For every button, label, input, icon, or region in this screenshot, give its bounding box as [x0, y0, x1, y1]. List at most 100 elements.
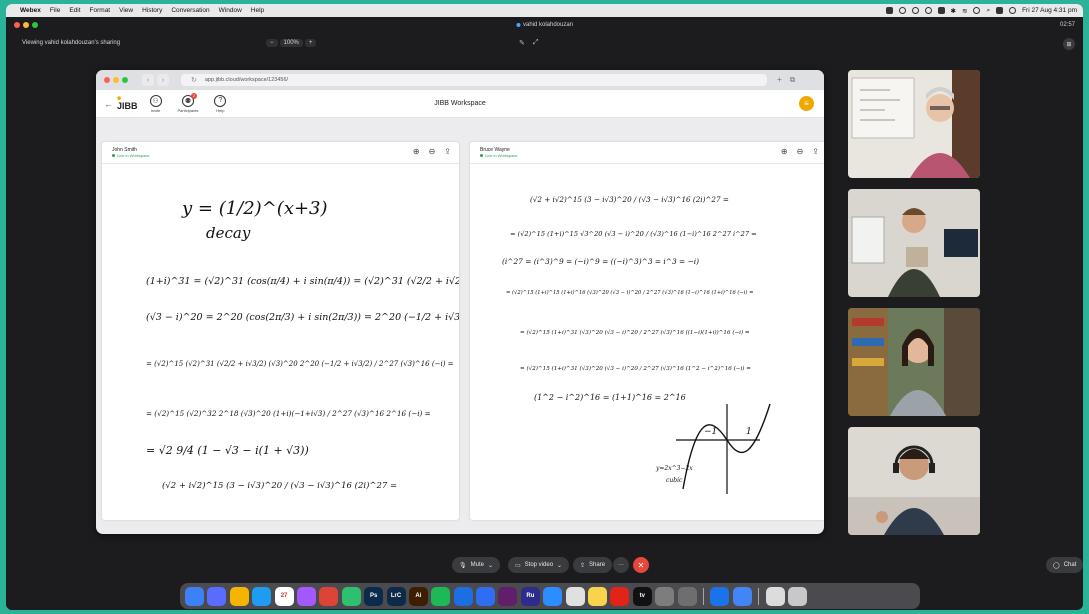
dock-app-icon[interactable]: 27 [274, 586, 294, 606]
dock-app-icon[interactable] [588, 586, 608, 606]
export-icon[interactable]: ⇪ [444, 147, 451, 156]
dock-app-icon[interactable] [185, 586, 204, 606]
help-button[interactable]: ? Help [214, 94, 227, 113]
participants-button[interactable]: ⚉ 2 Participants [178, 92, 198, 113]
chevron-down-icon[interactable]: ⌄ [488, 562, 493, 569]
minimize-window-button[interactable] [23, 21, 29, 28]
dock-app-icon[interactable]: tv [632, 586, 652, 606]
dock-app-icon[interactable] [732, 586, 752, 606]
browser-zoom-button[interactable] [122, 77, 128, 83]
dock-app-icon[interactable] [498, 586, 518, 606]
menu-conversation[interactable]: Conversation [171, 7, 209, 14]
menu-edit[interactable]: Edit [69, 7, 80, 14]
zoom-out-icon[interactable]: ⊖ [797, 147, 804, 156]
invite-button[interactable]: ⚇ Invite [149, 94, 162, 113]
mute-button[interactable]: 🎙︎ Mute ⌄ [452, 557, 500, 573]
dock-app-icon[interactable] [476, 586, 496, 606]
browser-minimize-button[interactable] [113, 77, 119, 83]
bluetooth-icon[interactable]: ✱ [951, 7, 956, 15]
panel-tools: ⊕ ⊖ ⇪ [413, 147, 451, 156]
dock-app-icon[interactable]: Ps [364, 586, 384, 606]
new-tab-icon[interactable]: + [777, 75, 782, 85]
dock-app-icon[interactable] [610, 586, 630, 606]
status-app-icon[interactable] [885, 7, 893, 14]
fullscreen-icon[interactable]: ⤢ [533, 39, 539, 47]
menu-file[interactable]: File [50, 7, 60, 14]
dock-separator [702, 587, 704, 605]
video-tile-3[interactable] [848, 308, 980, 416]
menu-format[interactable]: Format [90, 7, 111, 14]
zoom-in-icon[interactable]: ⊕ [413, 147, 420, 156]
dock-app-icon[interactable] [787, 586, 807, 606]
video-tile-1[interactable] [848, 70, 980, 178]
dock-app-icon[interactable] [229, 586, 249, 606]
wifi-icon[interactable]: ≋ [962, 7, 967, 15]
user-icon[interactable] [973, 7, 981, 14]
dock-app-icon[interactable]: Ai [408, 586, 428, 606]
end-call-button[interactable]: ✕ [633, 557, 649, 573]
zoom-out-icon[interactable]: ⊖ [429, 147, 436, 156]
dock-app-icon[interactable] [543, 586, 563, 606]
menu-app-name[interactable]: Webex [20, 7, 41, 14]
dock-app-icon[interactable]: LrC [386, 586, 406, 606]
browser-close-button[interactable] [104, 77, 110, 83]
stop-video-button[interactable]: ▭ Stop video ⌄ [508, 557, 570, 573]
zoom-in-icon[interactable]: ⊕ [781, 147, 788, 156]
status-record-icon[interactable] [924, 7, 932, 14]
layout-button[interactable]: ⊞ [1063, 38, 1075, 50]
panel-header: Bruce Wayne Live in Workspace ⊕ ⊖ ⇪ [470, 142, 824, 164]
dock-app-icon[interactable] [319, 586, 339, 606]
jibb-logo[interactable]: ✺ JIBB [117, 96, 138, 111]
annotate-icon[interactable]: ✎ [519, 39, 525, 47]
handwriting-canvas-bruce[interactable]: (√2 + i√2)^15 (3 − i√3)^20 / (√3 − i√3)^… [470, 164, 824, 520]
export-icon[interactable]: ⇪ [812, 147, 819, 156]
chat-button[interactable]: ◯ Chat [1046, 557, 1083, 573]
status-sync-icon[interactable] [898, 7, 906, 14]
dock-app-icon[interactable] [296, 586, 316, 606]
invite-icon: ⚇ [149, 94, 162, 107]
status-grid-icon[interactable] [937, 7, 945, 14]
dock-app-icon[interactable]: Ru [520, 586, 540, 606]
tabs-overview-icon[interactable]: ⧉ [790, 75, 796, 85]
zoom-window-button[interactable] [32, 21, 38, 28]
back-button[interactable]: ‹ [142, 74, 154, 86]
dock-app-icon[interactable] [453, 586, 473, 606]
dock-app-icon[interactable] [431, 586, 451, 606]
menu-history[interactable]: History [142, 7, 162, 14]
webex-titlebar: vahid kolahdouzan 02:57 [6, 17, 1083, 32]
menubar-datetime[interactable]: Fri 27 Aug 4:31 pm [1022, 7, 1077, 14]
dock-app-icon[interactable] [341, 586, 361, 606]
forward-button[interactable]: › [157, 74, 169, 86]
address-bar[interactable]: ↻ app.jibb.cloud/workspace/123456/ [181, 74, 767, 86]
video-tile-2[interactable] [848, 189, 980, 297]
graph-label: y=2x^3−2x [655, 465, 693, 472]
zoom-level[interactable]: 100% [279, 39, 303, 47]
reload-icon[interactable]: ↻ [191, 76, 197, 84]
zoom-out-button[interactable]: − [266, 39, 278, 47]
status-camera-icon[interactable] [911, 7, 919, 14]
control-center-icon[interactable] [996, 7, 1004, 14]
hamburger-menu-button[interactable]: ≡ [799, 96, 814, 111]
menu-view[interactable]: View [119, 7, 133, 14]
dock-app-icon[interactable] [565, 586, 585, 606]
dock-app-icon[interactable] [677, 586, 697, 606]
video-tile-4[interactable] [848, 427, 980, 535]
menu-help[interactable]: Help [251, 7, 264, 14]
spotlight-icon[interactable]: ⌕ [986, 7, 990, 15]
close-window-button[interactable] [14, 21, 20, 28]
zoom-in-button[interactable]: + [304, 39, 317, 47]
jibb-tools: ⚇ Invite ⚉ 2 Participants ? Help [149, 92, 227, 113]
dock-app-icon[interactable] [765, 586, 785, 606]
more-options-button[interactable]: ··· [613, 557, 629, 573]
menu-window[interactable]: Window [219, 7, 242, 14]
dock-app-icon[interactable] [710, 586, 730, 606]
dock-app-icon[interactable] [207, 586, 227, 606]
equation-line: (√3 − i)^20 = 2^20 (cos(2π/3) + i sin(2π… [146, 312, 459, 323]
chevron-down-icon[interactable]: ⌄ [557, 562, 562, 569]
handwriting-canvas-john[interactable]: y = (1/2)^(x+3) decay (1+i)^31 = (√2)^31… [102, 164, 459, 520]
dock-app-icon[interactable] [252, 586, 272, 606]
share-button[interactable]: ⇪ Share [573, 557, 613, 573]
back-arrow-icon[interactable]: ← [104, 99, 113, 109]
siri-icon[interactable] [1009, 7, 1017, 14]
dock-app-icon[interactable] [655, 586, 675, 606]
